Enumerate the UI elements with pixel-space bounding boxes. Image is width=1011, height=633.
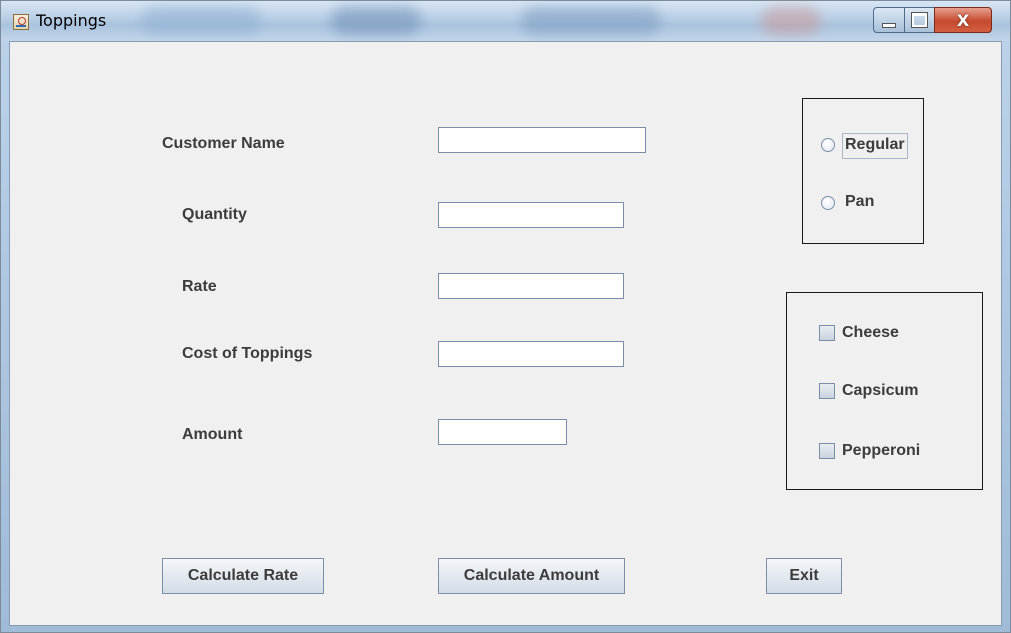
pan-radio-button[interactable] [821, 196, 835, 210]
rate-label: Rate [182, 278, 217, 295]
cost-of-toppings-field[interactable] [438, 341, 624, 367]
java-coffee-cup-icon [13, 14, 29, 30]
close-icon: X [956, 10, 970, 30]
cheese-checkbox[interactable] [819, 325, 835, 341]
capsicum-label: Capsicum [842, 382, 919, 399]
calculate-amount-button[interactable]: Calculate Amount [438, 558, 625, 594]
pepperoni-checkbox[interactable] [819, 443, 835, 459]
cost-of-toppings-label: Cost of Toppings [182, 345, 313, 362]
rate-field[interactable] [438, 273, 624, 299]
regular-label: Regular [845, 136, 905, 153]
maximize-icon [911, 12, 928, 28]
crust-radio-group: Regular Pan [802, 98, 924, 244]
title-bar[interactable]: Toppings X [1, 1, 1010, 41]
quantity-label: Quantity [182, 206, 247, 223]
toppings-checkbox-group: Cheese Capsicum Pepperoni [786, 292, 983, 490]
amount-field[interactable] [438, 419, 567, 445]
window-title: Toppings [36, 11, 107, 30]
amount-label: Amount [182, 426, 243, 443]
pan-label: Pan [845, 193, 875, 210]
customer-name-field[interactable] [438, 127, 646, 153]
customer-name-label: Customer Name [162, 135, 285, 152]
cheese-label: Cheese [842, 324, 899, 341]
maximize-button[interactable] [904, 7, 935, 33]
exit-button[interactable]: Exit [766, 558, 842, 594]
form-panel: Customer Name Quantity Rate Cost of Topp… [9, 41, 1002, 626]
close-button[interactable]: X [934, 7, 992, 33]
regular-radio-button[interactable] [821, 138, 835, 152]
calculate-rate-button[interactable]: Calculate Rate [162, 558, 324, 594]
minimize-icon [882, 22, 896, 28]
quantity-field[interactable] [438, 202, 624, 228]
app-window: Toppings X Customer Name Quantity Rate C… [0, 0, 1011, 633]
capsicum-checkbox[interactable] [819, 383, 835, 399]
pepperoni-label: Pepperoni [842, 442, 921, 459]
minimize-button[interactable] [873, 7, 905, 33]
